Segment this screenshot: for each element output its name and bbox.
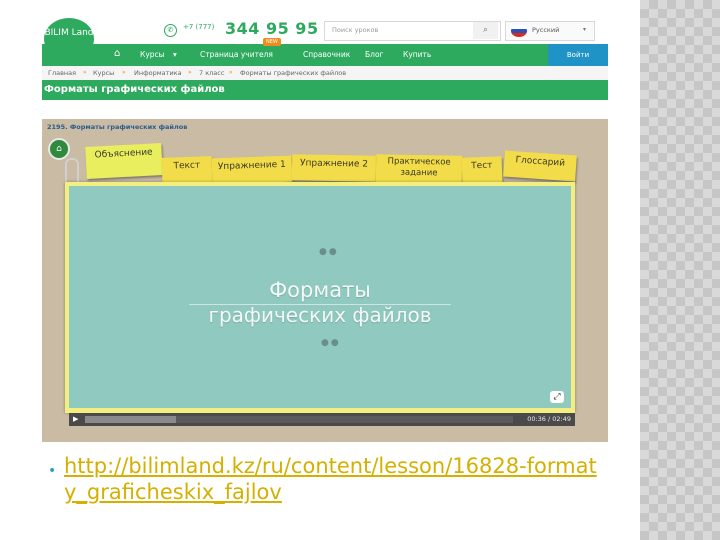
breadcrumb-separator-icon: » [188,69,192,76]
tab-glossary[interactable]: Глоссарий [503,150,577,182]
breadcrumb-separator-icon: » [83,69,87,76]
bilimland-logo[interactable]: BILIM Land [44,18,94,60]
language-select[interactable]: Русский ▾ [505,21,595,41]
page-title-bar: Форматы графических файлов [42,80,608,100]
phone-icon: ✆ [164,24,177,37]
video-area[interactable]: ●● Форматы графических файлов ●● ⤢ [69,186,571,408]
nav-blog[interactable]: Блог [365,50,383,59]
video-panel: ●● Форматы графических файлов ●● ⤢ [65,182,575,413]
breadcrumb-grade[interactable]: 7 класс [199,69,224,77]
nav-reference[interactable]: Справочник [303,50,350,59]
chevron-down-icon: ▾ [582,26,586,33]
lesson-home-button[interactable]: ⌂ [48,138,70,160]
checker-background [640,0,720,540]
breadcrumb: Главная » Курсы » Информатика » 7 класс … [42,66,608,80]
breadcrumb-courses[interactable]: Курсы [93,69,114,77]
main-nav: ⌂ Курсы ▾ Страница учителя NEW Справочни… [42,38,608,66]
slide-title-line-2: графических файлов [208,303,432,327]
tab-test[interactable]: Тест [461,156,503,184]
video-controls: ▶ 00:36 / 02:49 [69,413,575,426]
tab-exercise-1[interactable]: Упражнение 1 [211,155,293,185]
breadcrumb-subject[interactable]: Информатика [134,69,182,77]
home-icon: ⌂ [56,144,62,154]
language-label: Русский [532,26,560,34]
breadcrumb-separator-icon: » [122,69,126,76]
decor-dots: ●● [321,338,341,348]
nav-buy[interactable]: Купить [403,50,431,59]
website-screenshot: ✆ +7 (777) 344 95 95 Поиск уроков ⌕ Русс… [42,14,608,442]
top-bar: ✆ +7 (777) 344 95 95 Поиск уроков ⌕ Русс… [42,14,608,44]
page-title: Форматы графических файлов [44,84,225,95]
lesson-link[interactable]: http://bilimland.kz/ru/content/lesson/16… [64,453,604,505]
play-icon[interactable]: ▶ [73,415,78,423]
decor-dots: ●● [319,247,339,257]
logo-text: BILIM Land [44,28,94,38]
fullscreen-icon[interactable]: ⤢ [550,391,564,403]
lesson-player: 2195. Форматы графических файлов ⌂ Объяс… [42,119,608,442]
login-button[interactable]: Войти [548,44,608,66]
progress-fill [85,416,177,423]
bullet-icon: • [48,463,57,479]
russia-flag-icon [511,25,527,37]
tab-text[interactable]: Текст [161,156,213,184]
breadcrumb-current: Форматы графических файлов [240,69,347,77]
time-readout: 00:36 / 02:49 [527,415,571,423]
breadcrumb-separator-icon: » [229,69,233,76]
home-icon[interactable]: ⌂ [114,48,120,59]
phone-number[interactable]: 344 95 95 [225,19,319,38]
tab-explanation[interactable]: Объяснение [85,143,163,179]
progress-bar[interactable] [85,416,513,423]
new-badge: NEW [263,38,281,46]
nav-courses[interactable]: Курсы ▾ [140,50,177,59]
nav-teacher-page[interactable]: Страница учителя [200,50,273,59]
search-icon: ⌕ [482,25,489,35]
chevron-down-icon: ▾ [172,50,177,59]
search-button[interactable]: ⌕ [473,22,498,39]
phone-prefix: +7 (777) [183,23,215,31]
lesson-title: 2195. Форматы графических файлов [47,123,188,131]
slide-title-line-1: Форматы [269,278,371,302]
search-placeholder: Поиск уроков [332,26,379,34]
tab-exercise-2[interactable]: Упражнение 2 [291,154,377,182]
breadcrumb-home[interactable]: Главная [48,69,76,77]
